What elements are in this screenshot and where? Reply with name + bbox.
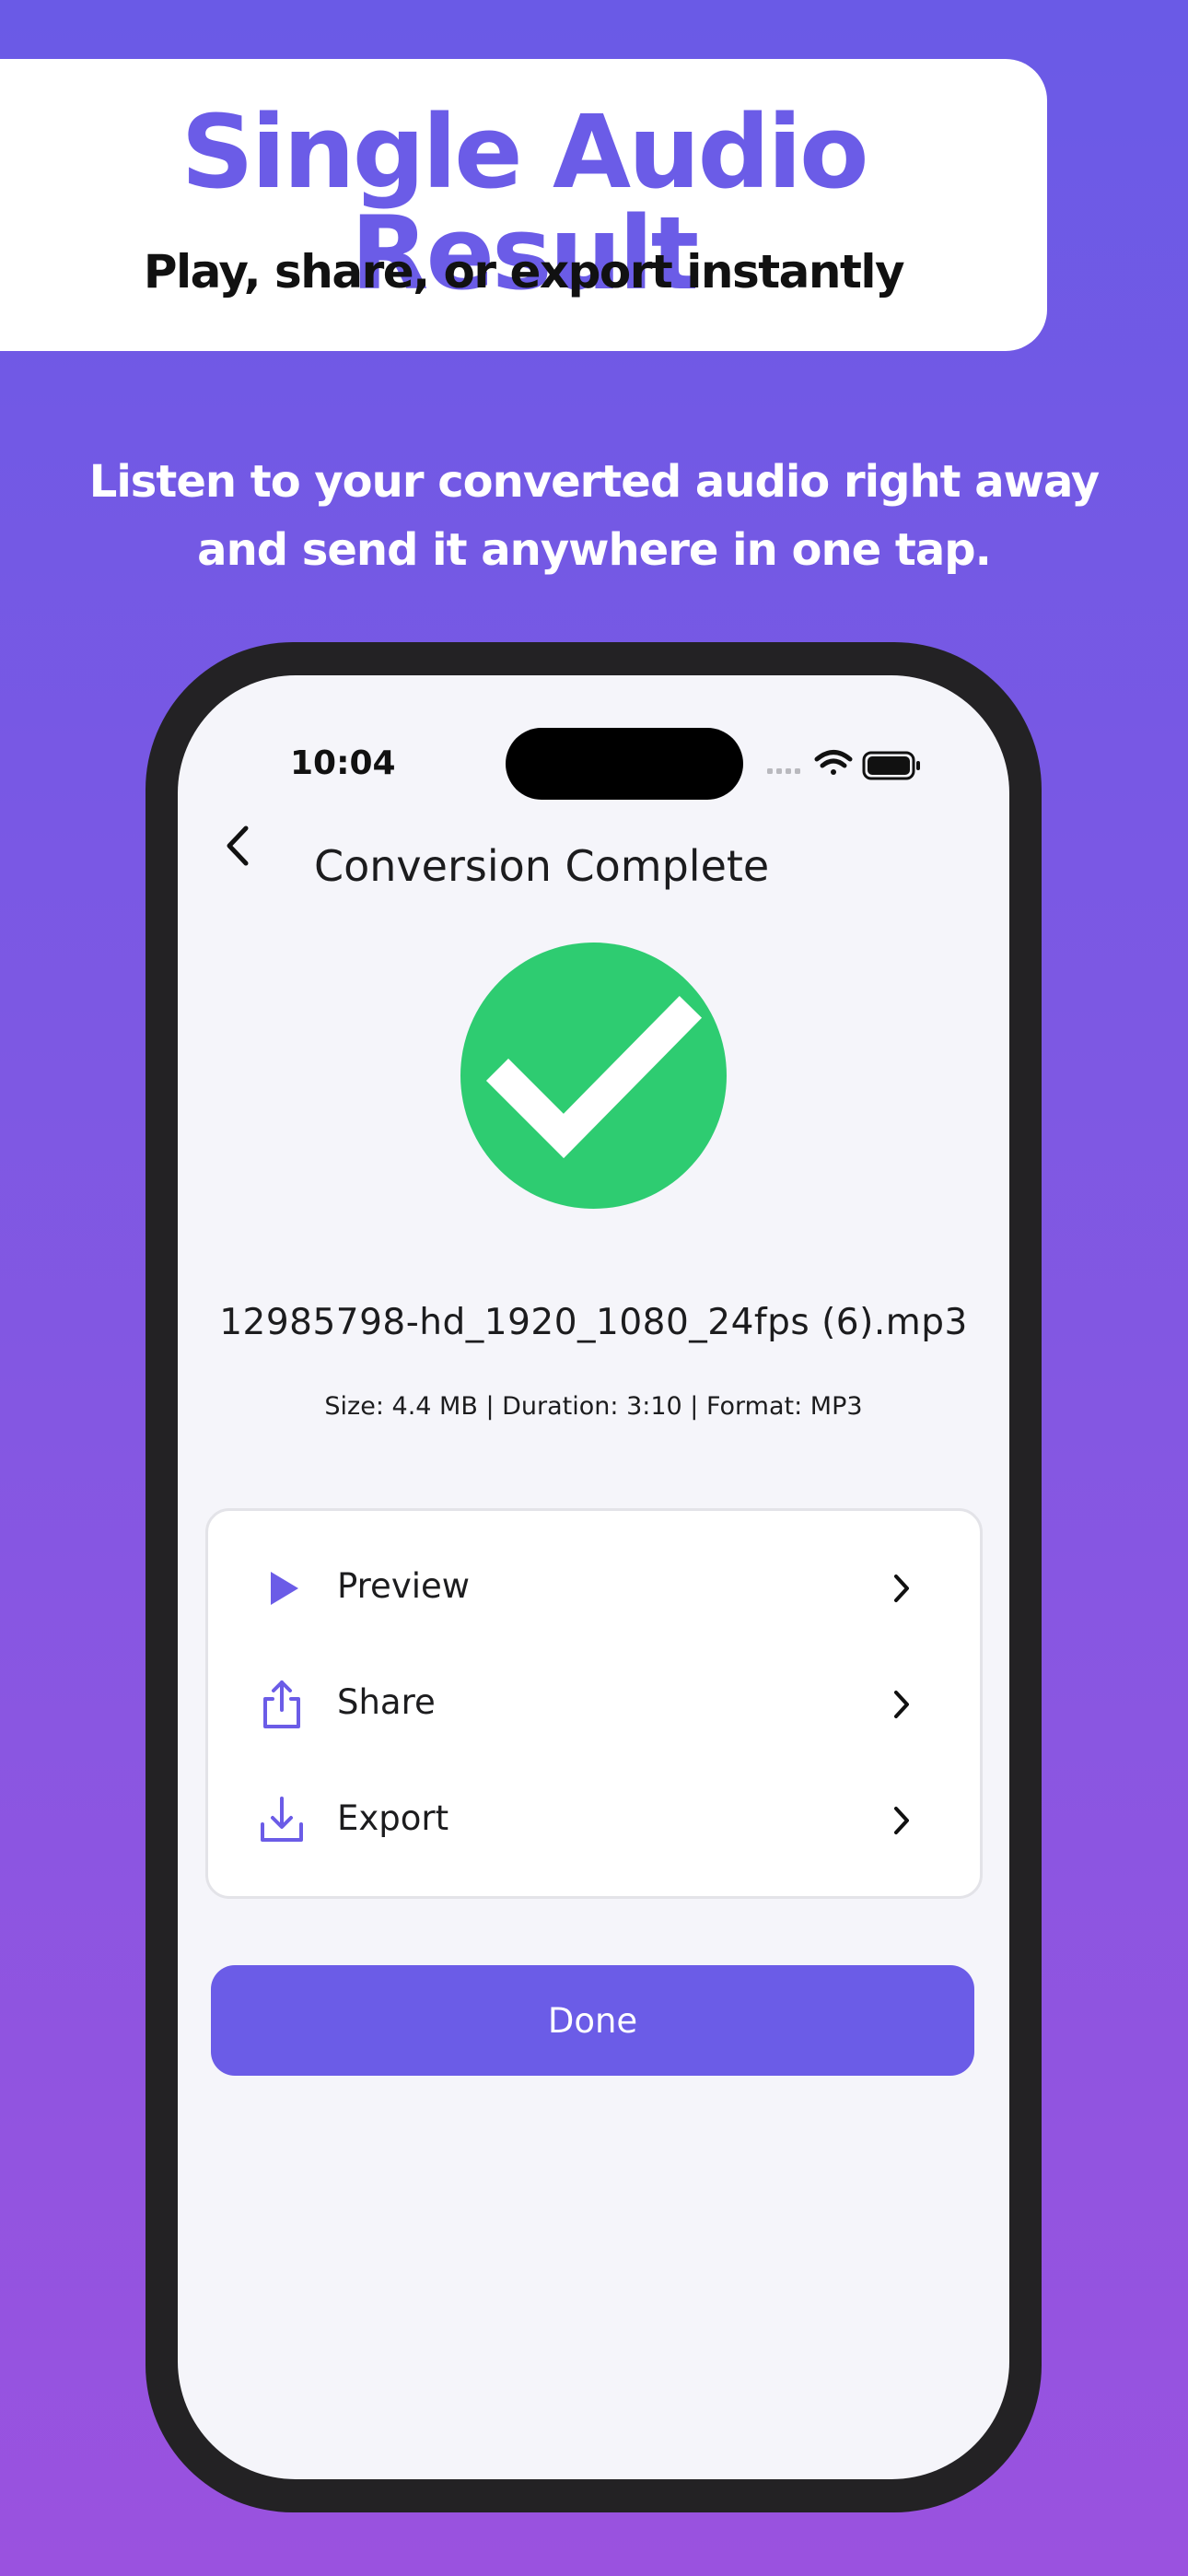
action-label: Share (337, 1682, 436, 1722)
action-list: Preview Share Export (205, 1508, 983, 1899)
signal-icon (767, 768, 800, 774)
action-label: Export (337, 1798, 449, 1838)
promo-description-line-2: and send it anywhere in one tap. (197, 524, 992, 576)
back-button[interactable] (210, 804, 265, 887)
status-time: 10:04 (290, 744, 396, 782)
chevron-right-icon (894, 1575, 909, 1602)
status-icons (767, 750, 920, 780)
action-preview[interactable]: Preview (208, 1533, 980, 1644)
phone-screen: 10:04 Conversion Complete 12985798-hd_19… (178, 675, 1009, 2479)
phone-frame: 10:04 Conversion Complete 12985798-hd_19… (146, 642, 1042, 2512)
checkmark-circle-icon (460, 943, 727, 1209)
action-share[interactable]: Share (208, 1649, 980, 1760)
battery-icon (862, 751, 920, 780)
chevron-left-icon (227, 825, 249, 866)
play-icon (271, 1572, 298, 1605)
wifi-icon (814, 750, 853, 775)
file-name: 12985798-hd_1920_1080_24fps (6).mp3 (219, 1302, 968, 1343)
chevron-right-icon (894, 1691, 909, 1718)
action-label: Preview (337, 1566, 471, 1606)
share-icon (263, 1680, 300, 1728)
promo-subtitle: Play, share, or export instantly (143, 245, 905, 299)
dynamic-island (506, 728, 743, 800)
download-icon (261, 1797, 303, 1842)
chevron-right-icon (894, 1807, 909, 1834)
file-meta: Size: 4.4 MB | Duration: 3:10 | Format: … (324, 1392, 863, 1421)
promo-description: Listen to your converted audio right awa… (74, 448, 1114, 584)
done-button[interactable]: Done (211, 1965, 974, 2076)
action-export[interactable]: Export (208, 1765, 980, 1876)
promo-description-line-1: Listen to your converted audio right awa… (88, 456, 1100, 508)
page-title: Conversion Complete (314, 841, 770, 891)
